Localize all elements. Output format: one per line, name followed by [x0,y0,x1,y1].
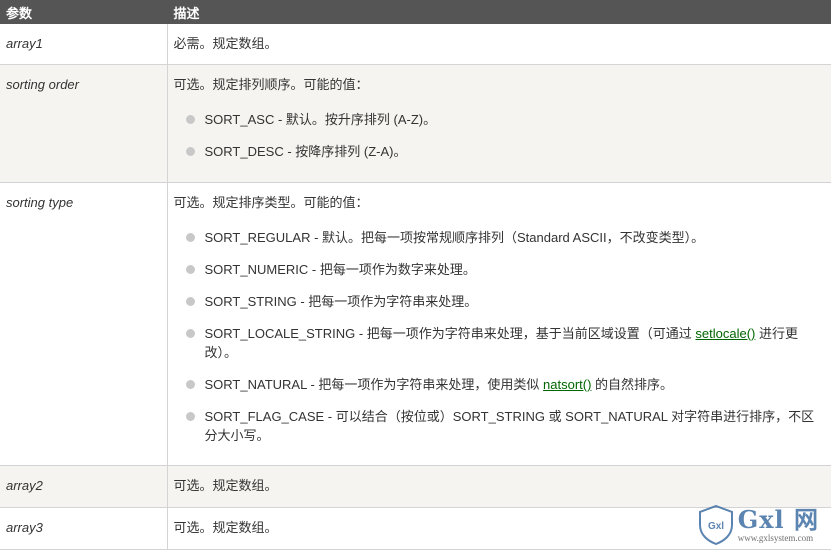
watermark-logo: Gxl Gxl 网 www.gxlsystem.com [698,505,819,545]
param-desc: 可选。规定排序类型。可能的值： SORT_REGULAR - 默认。把每一项按常… [167,182,831,466]
param-desc: 可选。规定数组。 [167,465,831,508]
bullet-icon [185,412,195,421]
watermark-text: Gxl 网 www.gxlsystem.com [737,505,819,544]
option-text-after: 的自然排序。 [591,377,674,392]
bullet-icon [185,380,195,389]
param-desc-text: 可选。规定排列顺序。可能的值： [173,77,369,92]
param-desc: 必需。规定数组。 [167,24,831,65]
param-desc-text: 可选。规定排序类型。可能的值： [173,195,369,210]
bullet-icon [185,147,195,156]
param-desc-text: 可选。规定数组。 [173,478,278,493]
param-name: array2 [0,465,168,508]
option-text-before: SORT_NATURAL - 把每一项作为字符串来处理，使用类似 [204,377,544,392]
watermark-url: www.gxlsystem.com [737,533,814,543]
header-desc: 描述 [167,0,831,24]
bullet-icon [185,265,195,274]
option-text-before: SORT_LOCALE_STRING - 把每一项作为字符串来处理，基于当前区域… [204,326,696,341]
option-text: SORT_STRING - 把每一项作为字符串来处理。 [204,294,478,309]
bullet-icon [185,115,195,124]
option-text: SORT_ASC - 默认。按升序排列 (A-Z)。 [204,112,437,127]
list-item: SORT_LOCALE_STRING - 把每一项作为字符串来处理，基于当前区域… [174,324,826,362]
option-text: SORT_NUMERIC - 把每一项作为数字来处理。 [204,262,476,277]
parameters-table: 参数 描述 array1 必需。规定数组。 sorting order 可选。规… [0,0,831,550]
list-item: SORT_DESC - 按降序排列 (Z-A)。 [174,142,826,161]
list-item: SORT_NATURAL - 把每一项作为字符串来处理，使用类似 natsort… [174,375,826,394]
header-param: 参数 [0,0,168,24]
param-name: sorting order [0,64,168,183]
option-text: SORT_FLAG_CASE - 可以结合（按位或）SORT_STRING 或 … [204,409,815,443]
bullet-icon [185,297,195,306]
table-row: array2 可选。规定数组。 [0,465,831,508]
setlocale-link[interactable]: setlocale() [695,326,755,341]
bullet-icon [185,233,195,242]
list-item: SORT_REGULAR - 默认。把每一项按常规顺序排列（Standard A… [174,228,826,247]
param-desc-text: 可选。规定数组。 [173,520,278,535]
option-text: SORT_DESC - 按降序排列 (Z-A)。 [204,144,407,159]
option-list: SORT_ASC - 默认。按升序排列 (A-Z)。 SORT_DESC - 按… [174,110,826,161]
param-name: array1 [0,24,168,65]
list-item: SORT_FLAG_CASE - 可以结合（按位或）SORT_STRING 或 … [174,407,826,445]
table-row: array1 必需。规定数组。 [0,24,831,65]
param-desc: 可选。规定排列顺序。可能的值： SORT_ASC - 默认。按升序排列 (A-Z… [167,64,831,183]
table-row: sorting order 可选。规定排列顺序。可能的值： SORT_ASC -… [0,64,831,183]
bullet-icon [185,329,195,338]
option-text: SORT_REGULAR - 默认。把每一项按常规顺序排列（Standard A… [204,230,705,245]
table-row: sorting type 可选。规定排序类型。可能的值： SORT_REGULA… [0,182,831,466]
param-desc-text: 必需。规定数组。 [173,36,278,51]
param-name: array3 [0,507,168,550]
param-name: sorting type [0,182,168,466]
table-header-row: 参数 描述 [0,0,831,24]
shield-text: Gxl [708,521,724,532]
option-list: SORT_REGULAR - 默认。把每一项按常规顺序排列（Standard A… [174,228,826,445]
list-item: SORT_STRING - 把每一项作为字符串来处理。 [174,292,826,311]
watermark-title: Gxl 网 [737,505,819,534]
shield-logo-icon: Gxl [698,505,733,545]
list-item: SORT_ASC - 默认。按升序排列 (A-Z)。 [174,110,826,129]
natsort-link[interactable]: natsort() [543,377,591,392]
list-item: SORT_NUMERIC - 把每一项作为数字来处理。 [174,260,826,279]
